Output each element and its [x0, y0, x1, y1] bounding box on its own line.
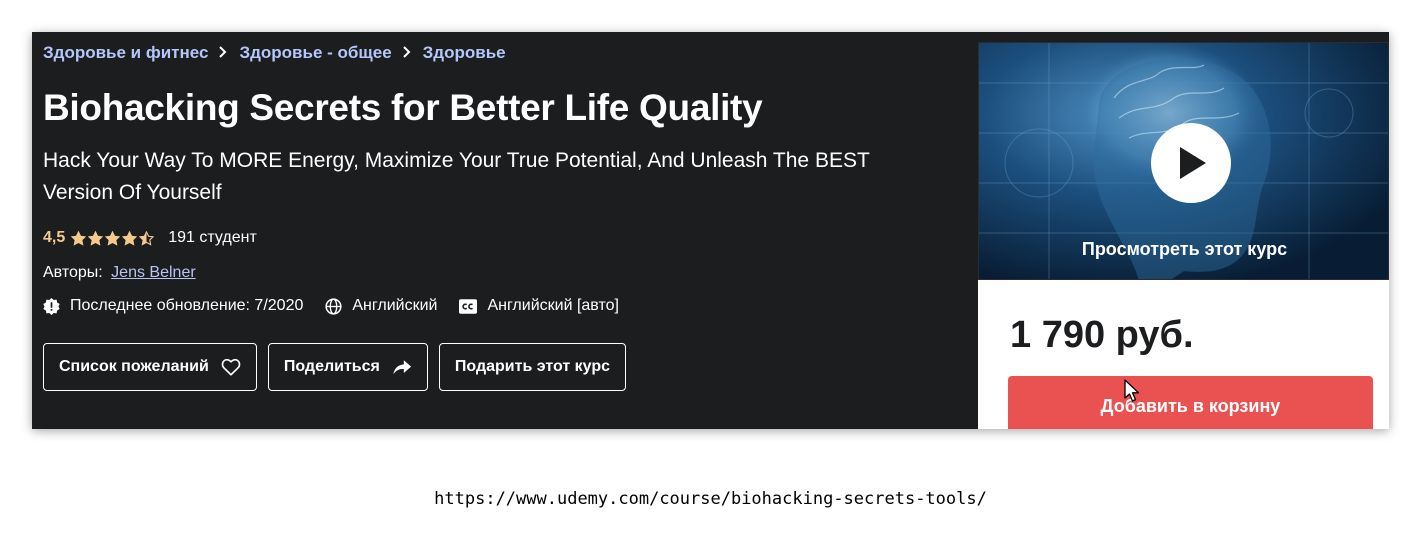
star-icon — [71, 230, 87, 246]
course-subtitle: Hack Your Way To MORE Energy, Maximize Y… — [43, 149, 870, 204]
play-icon — [1180, 147, 1206, 179]
heart-icon — [221, 358, 241, 376]
action-buttons: Список пожеланий Поделиться Подарить это… — [43, 343, 637, 391]
add-to-cart-button[interactable]: Добавить в корзину — [1008, 376, 1373, 429]
authors: Авторы: Jens Belner — [43, 264, 196, 282]
course-preview[interactable]: Просмотреть этот курс — [978, 42, 1389, 280]
purchase-sidebar: Просмотреть этот курс 1 790 руб. Добавит… — [978, 42, 1389, 429]
rating-row: 4,5 191 студент — [43, 229, 257, 247]
captions-text: Английский [авто] — [487, 297, 619, 314]
course-language: Английский — [325, 297, 437, 315]
course-title: Biohacking Secrets for Better Life Quali… — [43, 87, 763, 128]
course-meta: Последнее обновление: 7/2020 Английский … — [43, 297, 641, 315]
wishlist-label: Список пожеланий — [59, 358, 209, 375]
globe-icon — [325, 297, 342, 315]
breadcrumb-item-health[interactable]: Здоровье — [423, 43, 506, 63]
language-text: Английский — [352, 297, 438, 314]
alert-badge-icon — [43, 297, 60, 315]
share-button[interactable]: Поделиться — [267, 343, 428, 391]
rating-value: 4,5 — [43, 229, 66, 246]
breadcrumb: Здоровье и фитнес Здоровье - общее Здоро… — [43, 43, 506, 63]
last-updated: Последнее обновление: 7/2020 — [43, 297, 303, 315]
star-icon — [122, 230, 138, 246]
breadcrumb-item-health-fitness[interactable]: Здоровье и фитнес — [43, 43, 208, 63]
star-icon — [139, 230, 155, 246]
course-captions: Английский [авто] — [459, 297, 619, 315]
author-link[interactable]: Jens Belner — [111, 264, 196, 281]
breadcrumb-item-general-health[interactable]: Здоровье - общее — [239, 43, 391, 63]
chevron-right-icon — [218, 45, 227, 62]
play-button[interactable] — [1151, 123, 1231, 203]
star-icon — [88, 230, 104, 246]
chevron-right-icon — [402, 45, 411, 62]
student-count: 191 студент — [168, 229, 257, 246]
gift-course-button[interactable]: Подарить этот курс — [438, 343, 626, 391]
authors-label: Авторы: — [43, 264, 103, 281]
gift-course-label: Подарить этот курс — [454, 358, 610, 375]
closed-captions-icon — [459, 298, 478, 314]
mouse-cursor-icon — [1124, 379, 1140, 402]
share-arrow-icon — [393, 359, 411, 374]
course-price: 1 790 руб. — [1010, 314, 1194, 356]
course-header: Здоровье и фитнес Здоровье - общее Здоро… — [32, 32, 1389, 429]
share-label: Поделиться — [283, 358, 380, 375]
wishlist-button[interactable]: Список пожеланий — [43, 343, 257, 391]
last-updated-text: Последнее обновление: 7/2020 — [70, 297, 304, 314]
page-url: https://www.udemy.com/course/biohacking-… — [434, 489, 987, 509]
star-icon — [105, 230, 121, 246]
preview-label: Просмотреть этот курс — [1081, 239, 1288, 259]
rating-stars[interactable] — [71, 230, 156, 246]
